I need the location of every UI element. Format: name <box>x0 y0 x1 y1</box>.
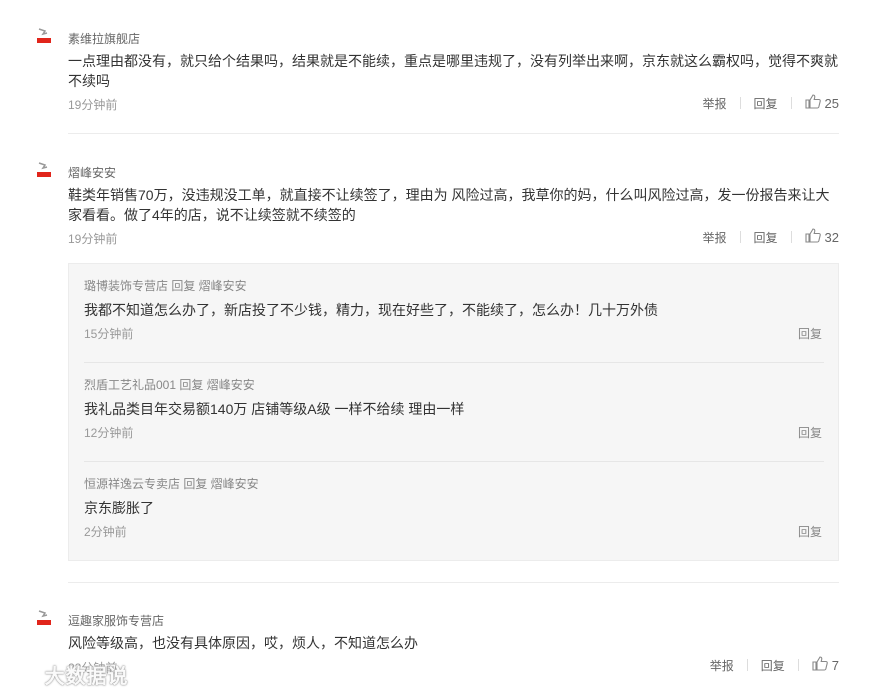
divider <box>68 133 839 134</box>
jd-avatar-icon[interactable] <box>36 161 52 179</box>
username[interactable]: 逗趣家服饰专营店 <box>68 612 164 629</box>
divider <box>790 231 792 243</box>
like-button[interactable]: 32 <box>804 228 839 246</box>
username[interactable]: 熠峰安安 <box>68 164 116 181</box>
comment-actions: 举报 回复 7 <box>710 656 839 674</box>
timestamp: 19分钟前 <box>68 232 118 246</box>
like-count: 32 <box>824 229 839 245</box>
like-count: 7 <box>831 657 839 673</box>
report-link[interactable]: 举报 <box>703 95 727 112</box>
reply-link[interactable]: 回复 <box>798 523 822 540</box>
like-button[interactable]: 25 <box>804 94 839 112</box>
reply-link[interactable]: 回复 <box>754 229 778 246</box>
reply-link[interactable]: 回复 <box>754 95 778 112</box>
comment-text: 鞋类年销售70万，没违规没工单，就直接不让续签了，理由为 风险过高，我草你的妈，… <box>68 187 830 223</box>
thumbs-up-icon <box>804 228 821 246</box>
comment-actions: 举报 回复 25 <box>703 94 839 112</box>
reply-thread: 璐博装饰专营店 回复 熠峰安安 我都不知道怎么办了，新店投了不少钱，精力，现在好… <box>68 263 839 561</box>
reply-timestamp: 2分钟前 <box>84 525 127 539</box>
jd-avatar-icon[interactable] <box>36 27 52 45</box>
reply-text: 京东膨胀了 <box>84 500 154 516</box>
reply-timestamp: 12分钟前 <box>84 426 134 440</box>
watermark-text: 大数据说 <box>44 666 129 688</box>
thumbs-up-icon <box>812 656 828 674</box>
thumbs-up-icon <box>804 94 821 112</box>
watermark-logo: 大数据说 <box>4 660 129 690</box>
divider <box>739 97 741 109</box>
reply-header: 璐博装饰专营店 回复 熠峰安安 <box>84 279 247 293</box>
divider <box>68 582 839 583</box>
reply-timestamp: 15分钟前 <box>84 327 134 341</box>
reply-header: 恒源祥逸云专卖店 回复 熠峰安安 <box>84 477 259 491</box>
divider <box>790 97 792 109</box>
reply-text: 我都不知道怎么办了，新店投了不少钱，精力，现在好些了，不能续了，怎么办！几十万外… <box>84 302 658 318</box>
reply-link[interactable]: 回复 <box>798 325 822 342</box>
reply-link[interactable]: 回复 <box>761 657 785 674</box>
divider <box>84 461 824 462</box>
report-link[interactable]: 举报 <box>703 229 727 246</box>
divider <box>84 362 824 363</box>
comment-text: 风险等级高，也没有具体原因，哎，烦人，不知道怎么办 <box>68 635 418 651</box>
divider <box>739 231 741 243</box>
reply-text: 我礼品类目年交易额140万 店铺等级A级 一样不给续 理由一样 <box>84 401 465 417</box>
timestamp: 19分钟前 <box>68 98 118 112</box>
divider <box>797 659 799 671</box>
like-count: 25 <box>824 95 839 111</box>
divider <box>746 659 748 671</box>
username[interactable]: 素维拉旗舰店 <box>68 30 140 47</box>
like-button[interactable]: 7 <box>812 656 839 674</box>
jd-avatar-icon[interactable] <box>36 609 52 627</box>
comment-actions: 举报 回复 32 <box>703 228 839 246</box>
report-link[interactable]: 举报 <box>710 657 734 674</box>
reply-header: 烈盾工艺礼品001 回复 熠峰安安 <box>84 378 255 392</box>
comment-text: 一点理由都没有，就只给个结果吗，结果就是不能续，重点是哪里违规了，没有列举出来啊… <box>68 53 838 89</box>
reply-link[interactable]: 回复 <box>798 424 822 441</box>
